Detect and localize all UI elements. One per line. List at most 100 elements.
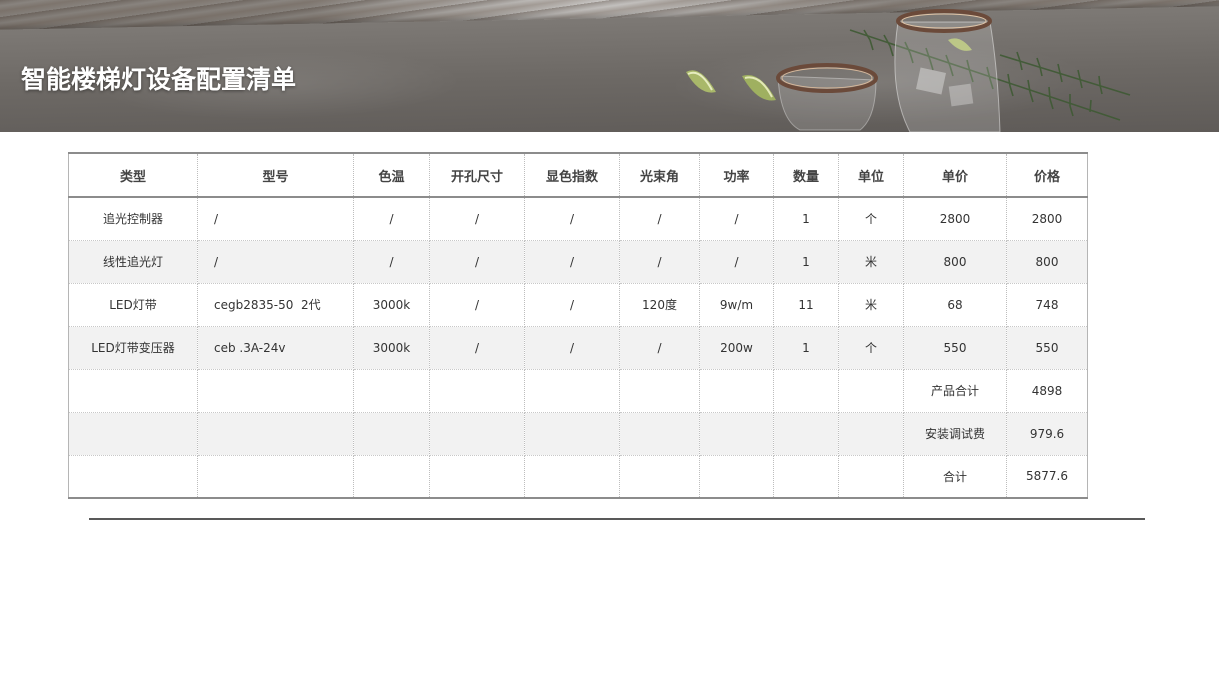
- summary-row: 产品合计 4898: [68, 369, 1088, 413]
- cell-price: 748: [1006, 283, 1088, 327]
- cell-color-temp: 3000k: [353, 283, 430, 327]
- bottom-divider: [89, 518, 1145, 520]
- empty-cell: [197, 412, 354, 456]
- cell-unit-price: 68: [903, 283, 1007, 327]
- header-beam-angle: 光束角: [619, 152, 700, 198]
- summary-label-subtotal: 产品合计: [903, 369, 1007, 413]
- slide: 智能楼梯灯设备配置清单 类型 型号 色温 开孔尺寸 显色指数 光束角 功率 数量…: [0, 0, 1219, 685]
- equipment-table-container: 类型 型号 色温 开孔尺寸 显色指数 光束角 功率 数量 单位 单价 价格 追光…: [68, 152, 1088, 499]
- empty-cell: [838, 412, 904, 456]
- equipment-config-table: 类型 型号 色温 开孔尺寸 显色指数 光束角 功率 数量 单位 单价 价格 追光…: [68, 152, 1088, 499]
- cell-beam-angle: /: [619, 197, 700, 241]
- empty-cell: [429, 412, 525, 456]
- cell-cutout-size: /: [429, 283, 525, 327]
- empty-cell: [619, 369, 700, 413]
- cell-unit: 米: [838, 240, 904, 284]
- header-color-temp: 色温: [353, 152, 430, 198]
- empty-cell: [773, 369, 839, 413]
- cell-cutout-size: /: [429, 326, 525, 370]
- cell-unit: 米: [838, 283, 904, 327]
- empty-cell: [68, 369, 198, 413]
- cell-beam-angle: 120度: [619, 283, 700, 327]
- cell-quantity: 1: [773, 197, 839, 241]
- cell-cri: /: [524, 326, 620, 370]
- cell-model: /: [197, 240, 354, 284]
- header-price: 价格: [1006, 152, 1088, 198]
- cell-quantity: 11: [773, 283, 839, 327]
- cell-power: /: [699, 240, 774, 284]
- cell-price: 550: [1006, 326, 1088, 370]
- header-type: 类型: [68, 152, 198, 198]
- cell-type: LED灯带变压器: [68, 326, 198, 370]
- empty-cell: [773, 412, 839, 456]
- empty-cell: [429, 455, 525, 499]
- cell-model: ceb .3A-24v: [197, 326, 354, 370]
- cell-power: 9w/m: [699, 283, 774, 327]
- cell-type: 追光控制器: [68, 197, 198, 241]
- empty-cell: [353, 412, 430, 456]
- cell-quantity: 1: [773, 240, 839, 284]
- table-row: 追光控制器 / / / / / / 1 个 2800 2800: [68, 197, 1088, 241]
- empty-cell: [524, 412, 620, 456]
- empty-cell: [699, 412, 774, 456]
- table-header-row: 类型 型号 色温 开孔尺寸 显色指数 光束角 功率 数量 单位 单价 价格: [68, 152, 1088, 198]
- empty-cell: [619, 412, 700, 456]
- summary-value-total: 5877.6: [1006, 455, 1088, 499]
- summary-row: 合计 5877.6: [68, 455, 1088, 499]
- cell-cri: /: [524, 283, 620, 327]
- empty-cell: [838, 369, 904, 413]
- empty-cell: [838, 455, 904, 499]
- cell-unit-price: 550: [903, 326, 1007, 370]
- cell-cri: /: [524, 240, 620, 284]
- empty-cell: [619, 455, 700, 499]
- cell-color-temp: 3000k: [353, 326, 430, 370]
- header-quantity: 数量: [773, 152, 839, 198]
- summary-value-subtotal: 4898: [1006, 369, 1088, 413]
- header-cri: 显色指数: [524, 152, 620, 198]
- table-row: LED灯带变压器 ceb .3A-24v 3000k / / / 200w 1 …: [68, 326, 1088, 370]
- cell-type: 线性追光灯: [68, 240, 198, 284]
- header-model: 型号: [197, 152, 354, 198]
- cell-unit-price: 2800: [903, 197, 1007, 241]
- cell-cutout-size: /: [429, 197, 525, 241]
- empty-cell: [353, 455, 430, 499]
- empty-cell: [429, 369, 525, 413]
- cell-power: /: [699, 197, 774, 241]
- empty-cell: [524, 455, 620, 499]
- cell-power: 200w: [699, 326, 774, 370]
- cell-type: LED灯带: [68, 283, 198, 327]
- cell-unit-price: 800: [903, 240, 1007, 284]
- cell-price: 800: [1006, 240, 1088, 284]
- summary-value-installation-fee: 979.6: [1006, 412, 1088, 456]
- header-unit-price: 单价: [903, 152, 1007, 198]
- cell-cri: /: [524, 197, 620, 241]
- summary-label-total: 合计: [903, 455, 1007, 499]
- header-power: 功率: [699, 152, 774, 198]
- empty-cell: [197, 369, 354, 413]
- cell-unit: 个: [838, 197, 904, 241]
- cell-beam-angle: /: [619, 326, 700, 370]
- empty-cell: [197, 455, 354, 499]
- summary-row: 安装调试费 979.6: [68, 412, 1088, 456]
- cell-quantity: 1: [773, 326, 839, 370]
- page-title: 智能楼梯灯设备配置清单: [21, 65, 297, 94]
- empty-cell: [699, 369, 774, 413]
- cell-cutout-size: /: [429, 240, 525, 284]
- cell-color-temp: /: [353, 197, 430, 241]
- header-unit: 单位: [838, 152, 904, 198]
- table-row: LED灯带 cegb2835-50 2代 3000k / / 120度 9w/m…: [68, 283, 1088, 327]
- empty-cell: [699, 455, 774, 499]
- header-cutout-size: 开孔尺寸: [429, 152, 525, 198]
- cell-model: cegb2835-50 2代: [197, 283, 354, 327]
- cell-model: /: [197, 197, 354, 241]
- empty-cell: [68, 455, 198, 499]
- cell-color-temp: /: [353, 240, 430, 284]
- empty-cell: [353, 369, 430, 413]
- empty-cell: [68, 412, 198, 456]
- empty-cell: [524, 369, 620, 413]
- header-banner: 智能楼梯灯设备配置清单: [0, 0, 1219, 132]
- empty-cell: [773, 455, 839, 499]
- table-row: 线性追光灯 / / / / / / 1 米 800 800: [68, 240, 1088, 284]
- cell-unit: 个: [838, 326, 904, 370]
- cell-beam-angle: /: [619, 240, 700, 284]
